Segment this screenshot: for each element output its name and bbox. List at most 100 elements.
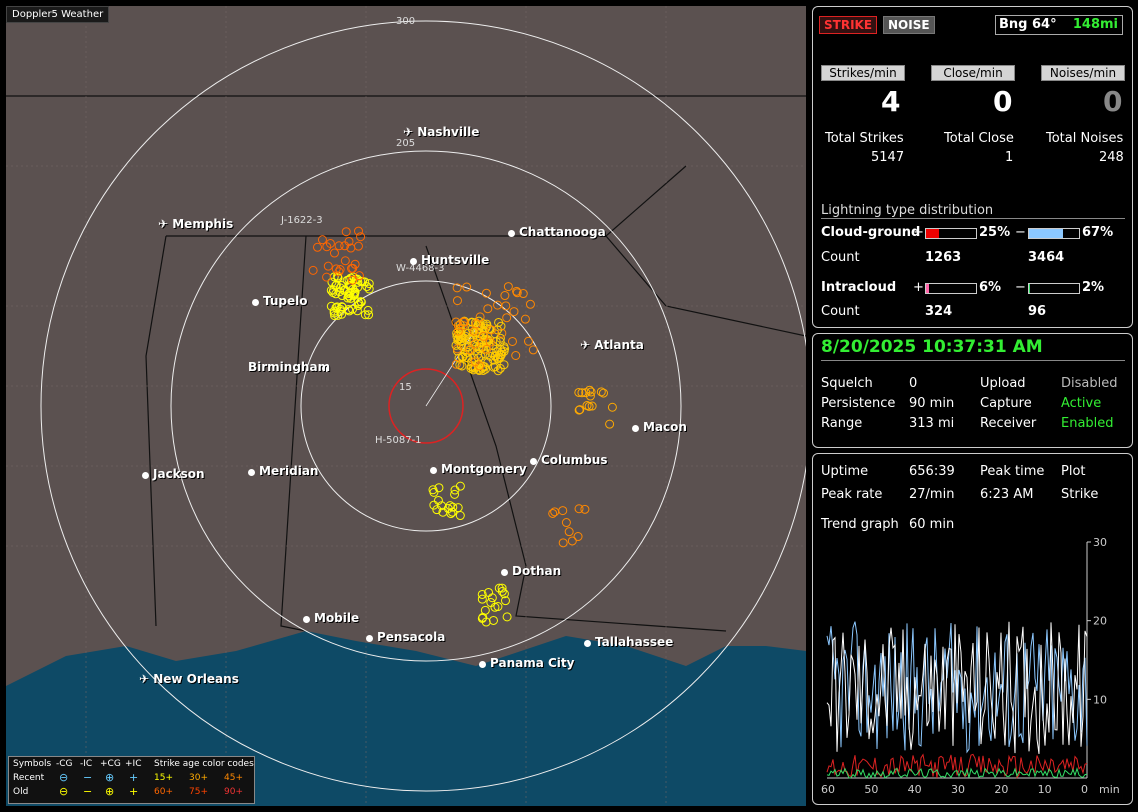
ic-pos-bar — [925, 283, 977, 294]
cg-plus: + — [913, 225, 924, 240]
range-value: 313 mi — [909, 416, 955, 431]
ic-pos-count: 324 — [925, 304, 953, 319]
strike-marker — [486, 598, 496, 608]
city-label: ✈ Atlanta — [580, 338, 644, 352]
close-rate-value: 0 — [993, 85, 1013, 118]
plot-label: Plot — [1061, 464, 1086, 479]
strike-marker — [596, 387, 606, 397]
legend-symbols: Symbols — [13, 759, 52, 769]
ic-pos-icon: + — [129, 771, 139, 784]
noise-button[interactable]: NOISE — [883, 16, 935, 34]
city-label: ✈ New Orleans — [139, 672, 239, 686]
city-label: Columbus — [541, 453, 608, 467]
uptime-label: Uptime — [821, 464, 869, 479]
cg-label: Cloud-ground — [821, 225, 921, 240]
strike-marker — [322, 272, 332, 282]
ic-neg-icon: − — [83, 785, 93, 798]
strike-marker — [340, 256, 350, 266]
legend-ic-pos: +IC — [125, 759, 142, 769]
strike-marker — [573, 532, 583, 542]
city-label: Panama City — [490, 656, 575, 670]
city-label: ✈ Memphis — [158, 217, 233, 231]
close-rate-label: Close/min — [931, 65, 1015, 81]
legend-old: Old — [13, 787, 29, 797]
strike-marker — [353, 241, 363, 251]
airport-icon: ✈ — [139, 672, 154, 686]
strike-button[interactable]: STRIKE — [819, 16, 878, 34]
city-label: Macon — [643, 420, 687, 434]
peak-time-label: Peak time — [980, 464, 1045, 479]
age-recent-2: 30+ — [189, 773, 208, 783]
strike-marker — [341, 227, 351, 237]
city-dot — [479, 661, 486, 668]
receiver-label: Receiver — [980, 416, 1037, 431]
strike-marker — [502, 313, 512, 323]
city-label: ✈ Nashville — [403, 125, 479, 139]
total-close-label: Total Close — [944, 131, 1014, 146]
lightning-map[interactable]: Doppler5 Weather 300 205 15 J-1622-3 W-4… — [6, 6, 806, 806]
legend-age: Strike age color codes — [154, 759, 254, 769]
strike-marker — [487, 593, 497, 603]
city-dot — [501, 569, 508, 576]
total-noises-value: 248 — [1099, 150, 1124, 165]
x-tick-label: 30 — [951, 783, 965, 796]
legend-cg-pos: +CG — [100, 759, 121, 769]
strikes-rate-value: 4 — [881, 85, 901, 118]
strike-marker — [503, 282, 513, 292]
capture-value: Active — [1061, 396, 1102, 411]
city-dot — [632, 425, 639, 432]
status-panel: 8/20/2025 10:37:31 AM Squelch 0 Upload D… — [812, 333, 1133, 448]
x-tick-label: 50 — [864, 783, 878, 796]
city-label: Montgomery — [441, 462, 527, 476]
age-old-3: 90+ — [224, 787, 243, 797]
strike-marker — [455, 481, 465, 491]
strike-marker — [429, 500, 439, 510]
total-strikes-label: Total Strikes — [825, 131, 904, 146]
persistence-value: 90 min — [909, 396, 955, 411]
cg-count-label: Count — [821, 250, 860, 265]
airport-icon: ✈ — [158, 217, 173, 231]
strike-marker — [561, 518, 571, 528]
ic-count-label: Count — [821, 304, 860, 319]
trend-value: 60 min — [909, 517, 955, 532]
city-dot — [142, 472, 149, 479]
city-label: Dothan — [512, 564, 562, 578]
city-dot — [248, 469, 255, 476]
city-name: Memphis — [172, 217, 234, 231]
y-tick-label: 10 — [1093, 693, 1107, 706]
city-label: Tallahassee — [595, 635, 674, 649]
legend-cg-neg: -CG — [56, 759, 73, 769]
state-borders — [6, 95, 806, 632]
strike-marker — [455, 511, 465, 521]
y-tick-label: 20 — [1093, 615, 1107, 628]
age-recent-1: 15+ — [154, 773, 173, 783]
strike-marker — [567, 536, 577, 546]
peak-time-value: 6:23 AM — [980, 487, 1034, 502]
legend-recent: Recent — [13, 773, 45, 783]
strike-marker — [308, 265, 318, 275]
cg-neg-icon: ⊖ — [59, 771, 69, 784]
age-old-2: 75+ — [189, 787, 208, 797]
city-dot — [366, 635, 373, 642]
city-name: Nashville — [417, 125, 480, 139]
city-label: Meridian — [259, 464, 319, 478]
strike-marker — [312, 242, 322, 252]
strikes-rate-label: Strikes/min — [821, 65, 905, 81]
x-tick-label: 60 — [821, 783, 835, 796]
cg-minus: − — [1015, 225, 1026, 240]
airport-icon: ✈ — [403, 125, 418, 139]
cg-pos-icon: ⊕ — [105, 785, 115, 798]
ic-plus: + — [913, 280, 924, 295]
strike-marker — [334, 241, 344, 251]
total-noises-label: Total Noises — [1046, 131, 1124, 146]
strike-marker — [574, 405, 584, 415]
strike-marker — [323, 261, 333, 271]
distribution-title: Lightning type distribution — [821, 203, 994, 218]
cg-neg-count: 3464 — [1028, 250, 1065, 265]
x-tick-label: 20 — [994, 783, 1008, 796]
bearing-box: Bng 64° 148mi — [995, 15, 1123, 35]
ring-label-15: 15 — [399, 382, 412, 393]
strike-marker — [523, 336, 533, 346]
strike-marker — [488, 615, 498, 625]
strike-marker — [480, 605, 490, 615]
